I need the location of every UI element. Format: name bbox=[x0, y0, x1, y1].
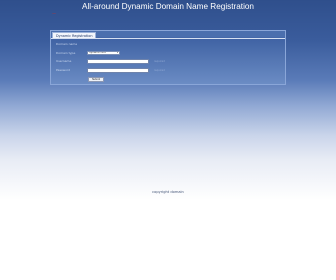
footer-copyright: copyright domain bbox=[152, 190, 184, 194]
domain-name-label: Domain name bbox=[56, 42, 78, 46]
site-logo: — bbox=[52, 11, 56, 16]
page: { "header": { "logo_text": "—", "title":… bbox=[0, 0, 336, 280]
password-hint: required bbox=[154, 69, 165, 72]
domain-type-selected-value: dynamic-dns bbox=[89, 51, 106, 54]
registration-panel: Dynamic Registration Domain name Domain … bbox=[50, 30, 286, 85]
submit-button[interactable]: Submit bbox=[88, 77, 104, 82]
password-field[interactable] bbox=[87, 68, 149, 73]
tab-divider bbox=[51, 38, 285, 39]
username-hint: required bbox=[154, 60, 165, 63]
username-label: Username bbox=[56, 59, 72, 63]
domain-type-select[interactable]: dynamic-dns ▾ bbox=[87, 51, 120, 55]
page-title: All-around Dynamic Domain Name Registrat… bbox=[81, 2, 254, 11]
chevron-down-icon: ▾ bbox=[116, 51, 119, 54]
password-label: Password bbox=[56, 68, 71, 72]
domain-type-label: Domain type bbox=[56, 51, 76, 55]
username-field[interactable] bbox=[87, 59, 149, 64]
